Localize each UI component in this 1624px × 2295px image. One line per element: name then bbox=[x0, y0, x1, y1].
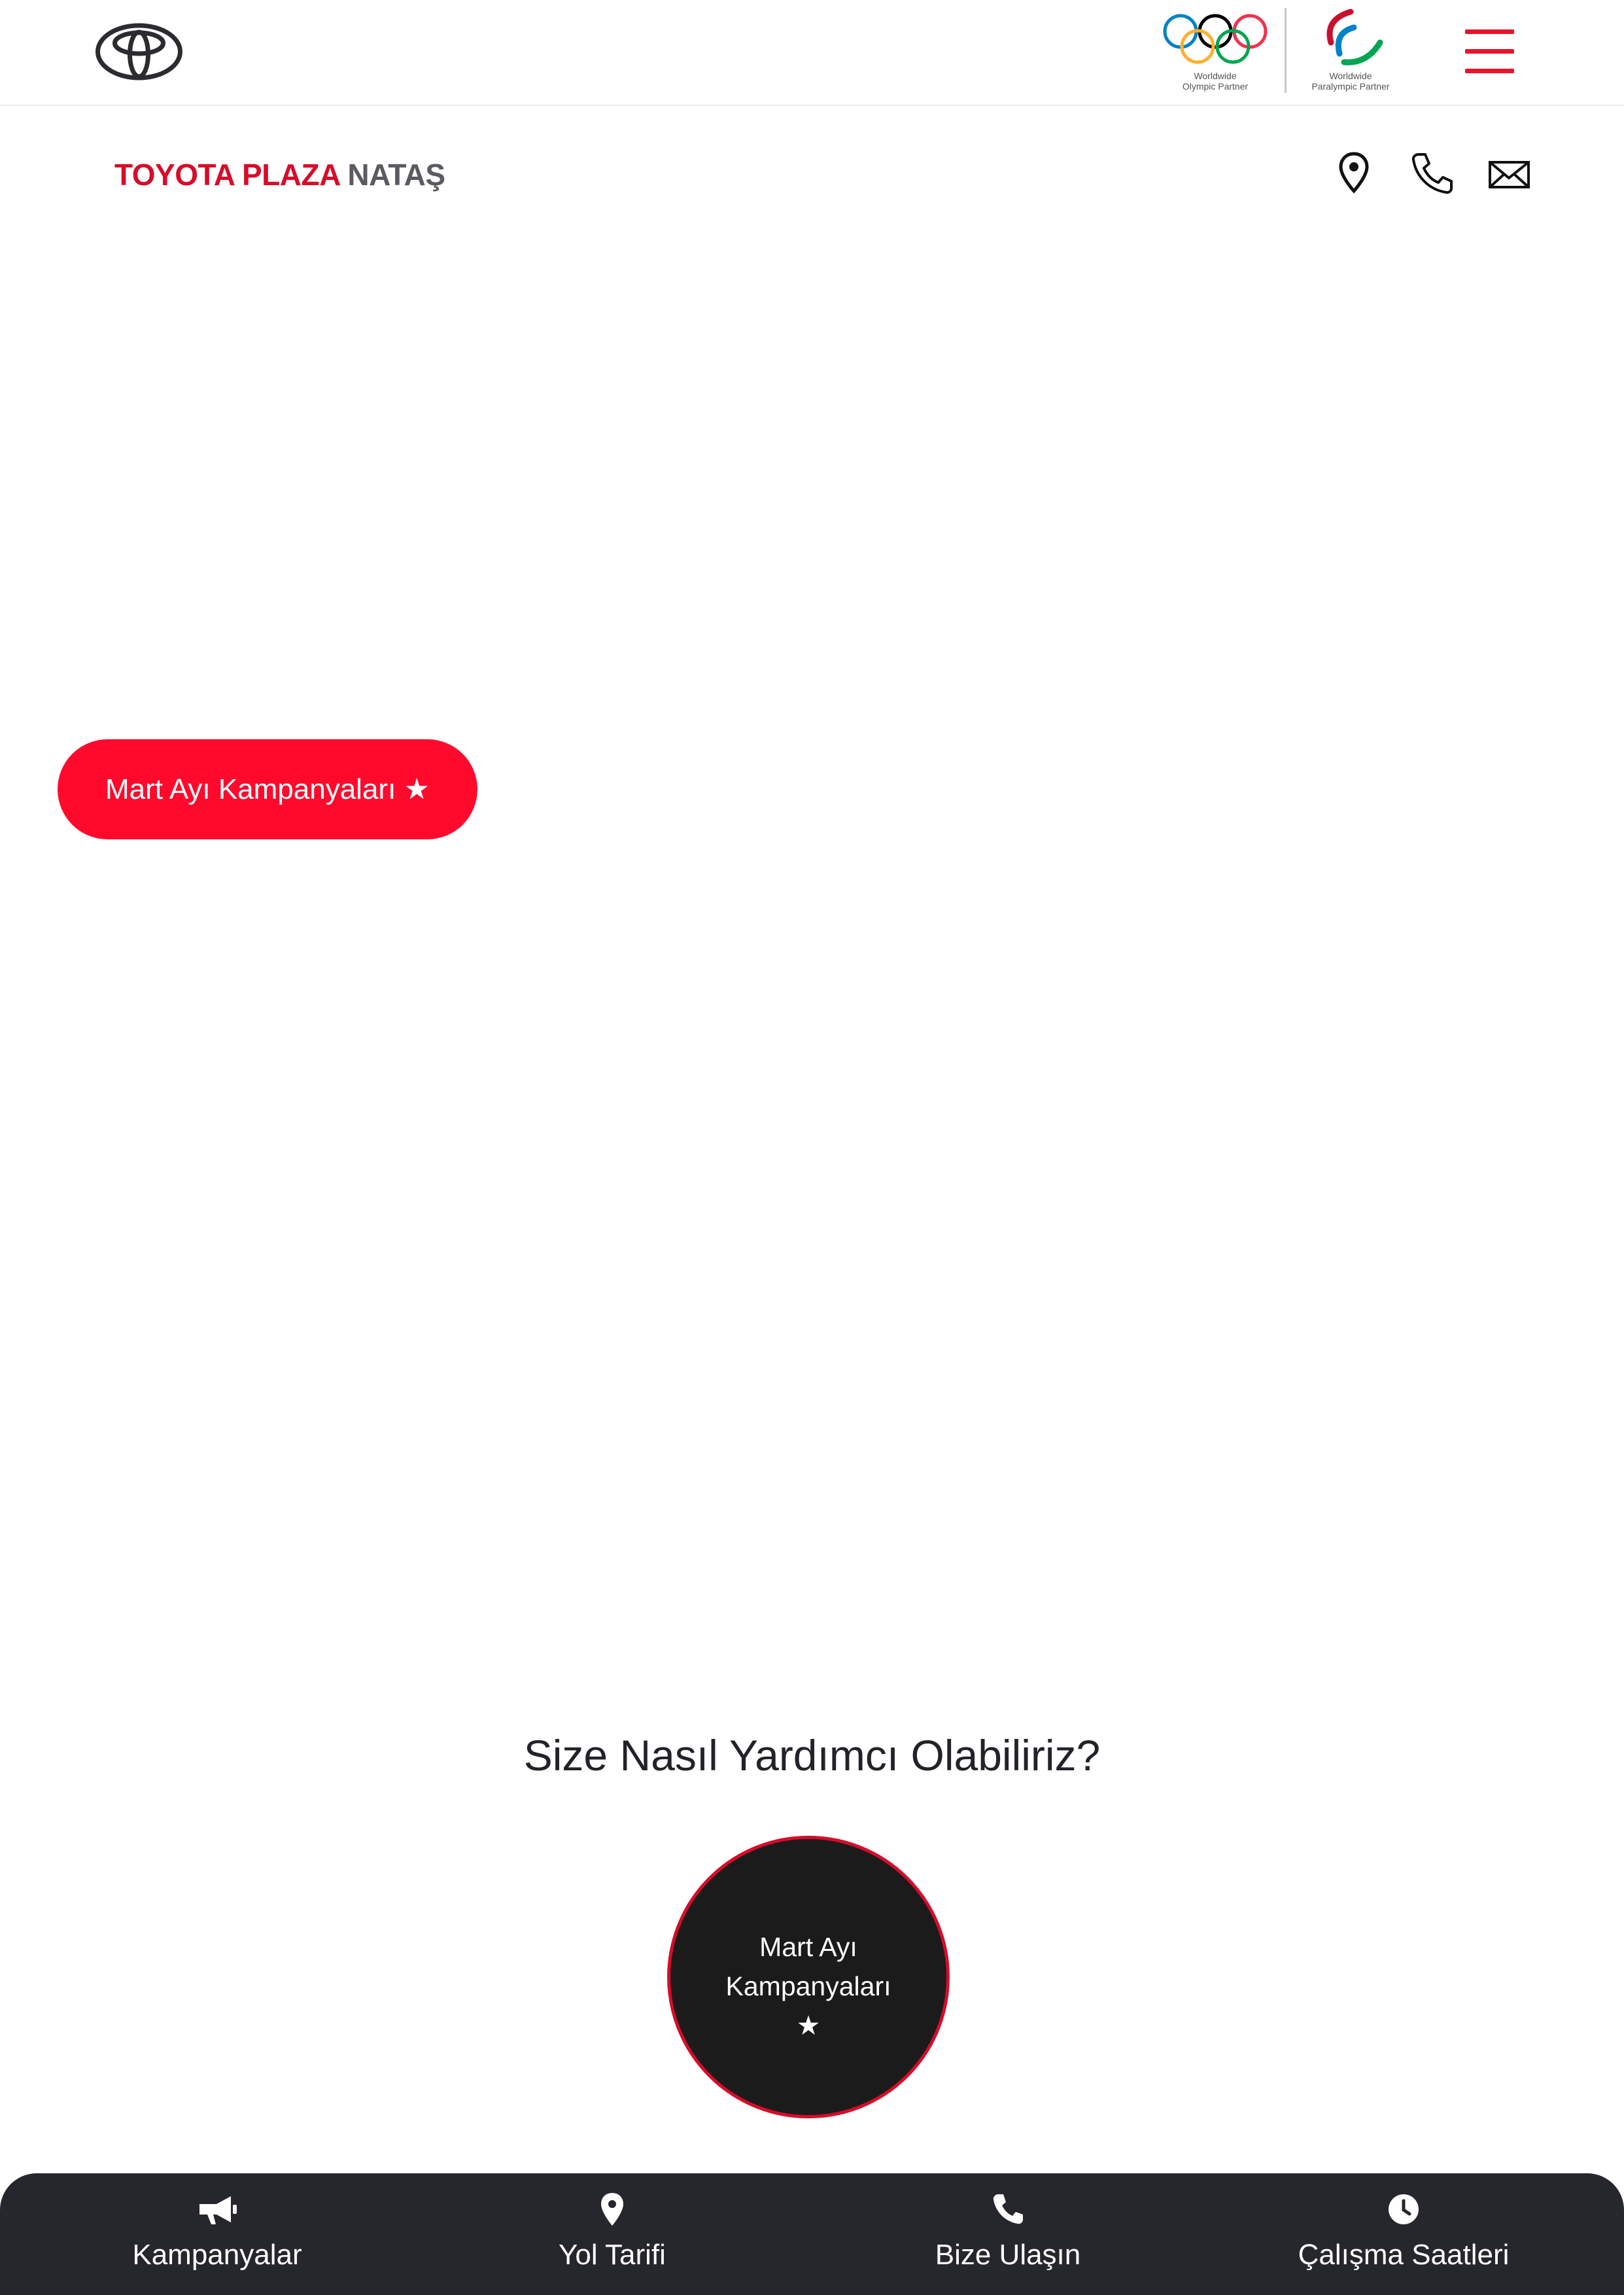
campaigns-circle-button[interactable]: Mart Ayı Kampanyaları ★ bbox=[667, 1836, 950, 2118]
circle-button-star: ★ bbox=[796, 2010, 821, 2041]
paralympic-partner-line2: Paralympic Partner bbox=[1311, 81, 1390, 92]
mail-icon[interactable] bbox=[1488, 150, 1530, 196]
dealer-name-brand: TOYOTA PLAZA bbox=[114, 158, 340, 192]
bottom-navigation-bar: Kampanyalar Yol Tarifi Bize Ulaşın Çalış… bbox=[0, 2173, 1624, 2295]
clock-icon bbox=[1389, 2194, 1419, 2224]
paralympic-partner-line1: Worldwide bbox=[1329, 71, 1372, 81]
paralympic-partner-badge: Worldwide Paralympic Partner bbox=[1302, 5, 1400, 97]
olympic-partner-line1: Worldwide bbox=[1194, 71, 1237, 81]
olympic-partner-text: Worldwide Olympic Partner bbox=[1166, 71, 1264, 92]
phone-icon bbox=[993, 2194, 1023, 2224]
dealer-name-location: NATAŞ bbox=[347, 158, 445, 192]
phone-icon[interactable] bbox=[1409, 150, 1455, 196]
location-pin-icon bbox=[601, 2193, 623, 2226]
dealer-name[interactable]: TOYOTA PLAZA NATAŞ bbox=[114, 157, 445, 192]
top-header: Worldwide Olympic Partner Worldwide Para… bbox=[0, 0, 1624, 106]
nav-item-campaigns[interactable]: Kampanyalar bbox=[86, 2173, 348, 2295]
nav-label-contact: Bize Ulaşın bbox=[935, 2239, 1081, 2271]
nav-item-working-hours[interactable]: Çalışma Saatleri bbox=[1273, 2173, 1534, 2295]
circle-button-line1: Mart Ayı bbox=[759, 1932, 857, 1962]
nav-label-working-hours: Çalışma Saatleri bbox=[1298, 2239, 1510, 2271]
hamburger-menu-icon[interactable] bbox=[1465, 29, 1514, 74]
megaphone-icon bbox=[199, 2196, 237, 2224]
partner-divider bbox=[1285, 8, 1287, 93]
paralympic-agitos-icon bbox=[1326, 9, 1383, 65]
olympic-partner-line2: Olympic Partner bbox=[1182, 81, 1249, 92]
olympic-rings-icon bbox=[1163, 14, 1268, 64]
campaigns-cta-button[interactable]: Mart Ayı Kampanyaları ★ bbox=[58, 739, 477, 839]
circle-button-line2: Kampanyaları bbox=[725, 1971, 891, 2001]
toyota-emblem-icon[interactable] bbox=[95, 23, 183, 80]
nav-label-campaigns: Kampanyalar bbox=[132, 2239, 302, 2271]
location-pin-icon[interactable] bbox=[1338, 150, 1370, 196]
nav-label-directions: Yol Tarifi bbox=[559, 2239, 666, 2271]
paralympic-partner-text: Worldwide Paralympic Partner bbox=[1302, 71, 1400, 92]
help-section-title: Size Nasıl Yardımcı Olabiliriz? bbox=[523, 1731, 1101, 1779]
nav-item-contact[interactable]: Bize Ulaşın bbox=[877, 2173, 1139, 2295]
nav-item-directions[interactable]: Yol Tarifi bbox=[481, 2173, 743, 2295]
